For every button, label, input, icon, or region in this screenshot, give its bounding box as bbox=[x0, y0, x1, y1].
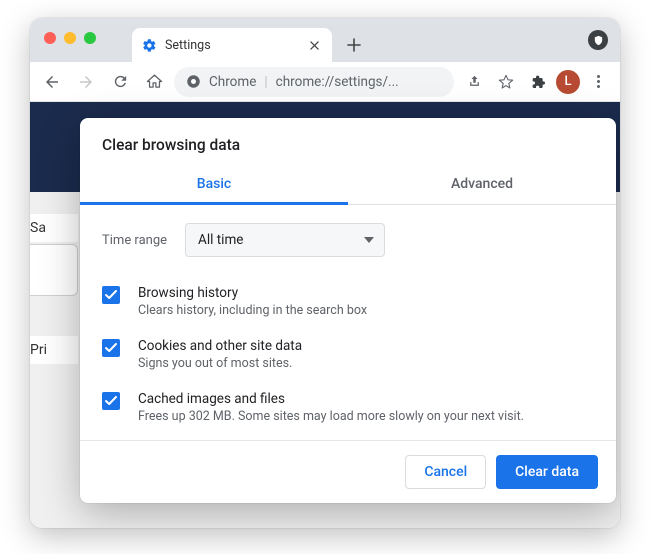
star-icon bbox=[498, 74, 514, 90]
close-window-button[interactable] bbox=[44, 32, 56, 44]
chevron-down-icon bbox=[364, 237, 374, 243]
titlebar: Settings bbox=[30, 18, 620, 62]
reload-icon bbox=[112, 73, 129, 90]
option-text: Cached images and files Frees up 302 MB.… bbox=[138, 391, 524, 424]
shield-icon bbox=[588, 30, 608, 50]
dialog-footer: Cancel Clear data bbox=[80, 440, 616, 503]
tab-basic[interactable]: Basic bbox=[80, 166, 348, 204]
forward-button[interactable] bbox=[72, 68, 100, 96]
traffic-lights bbox=[44, 32, 96, 44]
option-title: Cached images and files bbox=[138, 391, 524, 407]
option-text: Cookies and other site data Signs you ou… bbox=[138, 338, 302, 371]
puzzle-icon bbox=[530, 74, 546, 90]
bookmark-button[interactable] bbox=[492, 68, 520, 96]
divider: | bbox=[264, 74, 267, 90]
tab-title: Settings bbox=[165, 38, 211, 53]
avatar-initial: L bbox=[564, 74, 571, 89]
kebab-icon bbox=[597, 75, 600, 88]
home-icon bbox=[146, 73, 163, 90]
bg-section-safety: Sa bbox=[30, 214, 78, 242]
checkbox[interactable] bbox=[102, 392, 120, 410]
maximize-window-button[interactable] bbox=[84, 32, 96, 44]
profile-avatar[interactable]: L bbox=[556, 70, 580, 94]
chrome-logo-icon bbox=[186, 74, 201, 89]
clear-data-button[interactable]: Clear data bbox=[496, 455, 598, 489]
option-subtitle: Clears history, including in the search … bbox=[138, 303, 367, 318]
tab-advanced[interactable]: Advanced bbox=[348, 166, 616, 204]
incognito-indicator[interactable] bbox=[588, 30, 608, 50]
time-range-row: Time range All time bbox=[102, 223, 594, 257]
arrow-right-icon bbox=[77, 73, 95, 91]
option-cookies[interactable]: Cookies and other site data Signs you ou… bbox=[102, 328, 594, 381]
dialog-tabs: Basic Advanced bbox=[80, 166, 616, 205]
time-range-label: Time range bbox=[102, 233, 167, 248]
address-bar[interactable]: Chrome | chrome://settings/... bbox=[174, 67, 454, 97]
dialog-title: Clear browsing data bbox=[80, 118, 616, 166]
option-text: Browsing history Clears history, includi… bbox=[138, 285, 367, 318]
clear-browsing-data-dialog: Clear browsing data Basic Advanced Time … bbox=[80, 118, 616, 503]
new-tab-button[interactable] bbox=[340, 31, 368, 59]
browser-window: Settings C bbox=[30, 18, 620, 528]
close-icon bbox=[310, 41, 319, 50]
plus-icon bbox=[347, 38, 361, 52]
share-button[interactable] bbox=[460, 68, 488, 96]
check-icon bbox=[105, 290, 117, 300]
check-icon bbox=[105, 396, 117, 406]
browser-tab[interactable]: Settings bbox=[132, 28, 332, 62]
arrow-left-icon bbox=[43, 73, 61, 91]
check-icon bbox=[105, 343, 117, 353]
cancel-button[interactable]: Cancel bbox=[405, 455, 486, 489]
option-title: Browsing history bbox=[138, 285, 367, 301]
option-cached[interactable]: Cached images and files Frees up 302 MB.… bbox=[102, 381, 594, 434]
checkbox[interactable] bbox=[102, 286, 120, 304]
omnibox-scheme: Chrome bbox=[209, 74, 256, 90]
checkbox[interactable] bbox=[102, 339, 120, 357]
reload-button[interactable] bbox=[106, 68, 134, 96]
option-browsing-history[interactable]: Browsing history Clears history, includi… bbox=[102, 275, 594, 328]
share-icon bbox=[467, 74, 482, 89]
option-subtitle: Frees up 302 MB. Some sites may load mor… bbox=[138, 409, 524, 424]
close-tab-button[interactable] bbox=[306, 37, 322, 53]
time-range-select[interactable]: All time bbox=[185, 223, 385, 257]
dialog-body: Time range All time Browsing history Cle… bbox=[80, 205, 616, 440]
omnibox-path: chrome://settings/... bbox=[276, 74, 399, 90]
gear-icon bbox=[142, 38, 157, 53]
toolbar: Chrome | chrome://settings/... L bbox=[30, 62, 620, 102]
option-subtitle: Signs you out of most sites. bbox=[138, 356, 302, 371]
bg-card-fragment bbox=[30, 244, 78, 296]
option-title: Cookies and other site data bbox=[138, 338, 302, 354]
home-button[interactable] bbox=[140, 68, 168, 96]
menu-button[interactable] bbox=[584, 68, 612, 96]
minimize-window-button[interactable] bbox=[64, 32, 76, 44]
extensions-button[interactable] bbox=[524, 68, 552, 96]
back-button[interactable] bbox=[38, 68, 66, 96]
bg-section-privacy: Pri bbox=[30, 336, 78, 364]
time-range-value: All time bbox=[198, 232, 243, 248]
